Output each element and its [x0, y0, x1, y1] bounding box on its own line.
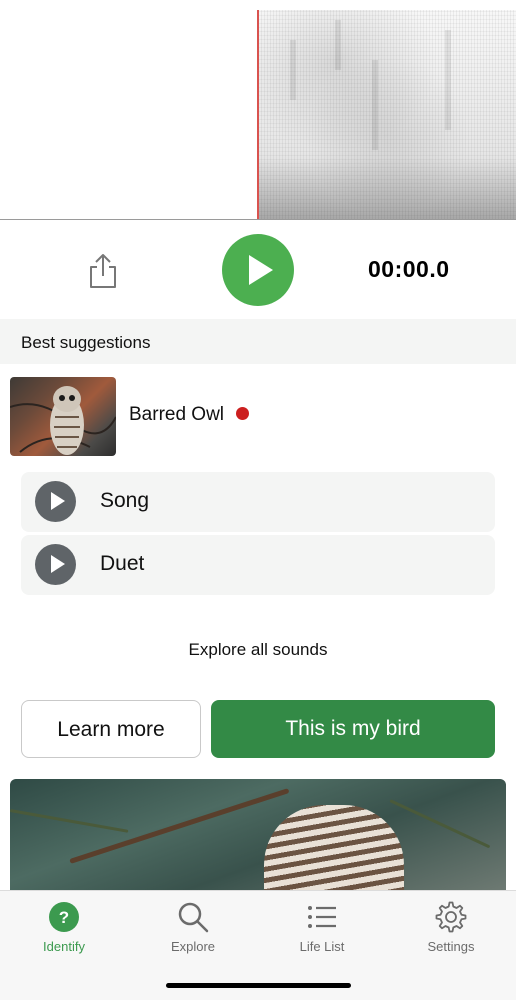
learn-more-label: Learn more [57, 718, 165, 741]
tab-label: Settings [427, 939, 475, 954]
this-is-my-bird-label: This is my bird [285, 717, 421, 740]
spectrogram-streak [372, 60, 378, 150]
spectrogram-streak [335, 20, 341, 70]
sound-row-song[interactable]: Song [21, 472, 495, 532]
svg-text:?: ? [59, 908, 69, 927]
play-sound-button[interactable] [35, 544, 76, 585]
play-icon [249, 255, 273, 285]
spectrogram[interactable] [0, 0, 516, 220]
species-photo[interactable] [10, 779, 506, 891]
share-icon [90, 254, 116, 288]
playhead[interactable] [257, 10, 259, 220]
species-suggestion[interactable]: Barred Owl [10, 377, 506, 457]
tab-identify[interactable]: ? Identify [9, 891, 119, 971]
share-button[interactable] [86, 252, 120, 290]
this-is-my-bird-button[interactable]: This is my bird [211, 700, 495, 758]
owl-photo [10, 386, 116, 455]
play-icon [51, 555, 65, 573]
sound-row-duet[interactable]: Duet [21, 535, 495, 595]
tab-settings[interactable]: Settings [396, 891, 506, 971]
search-icon [178, 902, 209, 933]
section-header: Best suggestions [0, 319, 516, 364]
branch-shape [389, 799, 491, 849]
owl-figure [264, 805, 404, 891]
species-thumbnail [10, 377, 116, 456]
tab-label: Identify [43, 939, 85, 954]
spectrogram-noise [258, 10, 516, 220]
branch-shape [10, 809, 129, 833]
seen-indicator-dot [236, 407, 249, 420]
tab-explore[interactable]: Explore [138, 891, 248, 971]
spectrogram-streak [290, 40, 296, 100]
sound-label: Duet [100, 552, 145, 575]
learn-more-button[interactable]: Learn more [21, 700, 201, 758]
explore-all-sounds-link[interactable]: Explore all sounds [0, 640, 516, 660]
section-header-label: Best suggestions [21, 333, 151, 352]
list-icon [308, 906, 336, 928]
playback-timer: 00:00.0 [368, 256, 450, 282]
species-name: Barred Owl [129, 404, 225, 425]
gear-icon [435, 901, 467, 933]
spectrogram-streak [445, 30, 451, 130]
tab-life-list[interactable]: Life List [267, 891, 377, 971]
player-controls: 00:00.0 [0, 220, 516, 318]
home-indicator[interactable] [166, 983, 351, 988]
tab-label: Explore [170, 939, 216, 954]
play-recording-button[interactable] [222, 234, 294, 306]
play-icon [51, 492, 65, 510]
sound-label: Song [100, 489, 150, 512]
play-sound-button[interactable] [35, 481, 76, 522]
tab-label: Life List [299, 939, 345, 954]
question-circle-icon: ? [49, 902, 79, 932]
